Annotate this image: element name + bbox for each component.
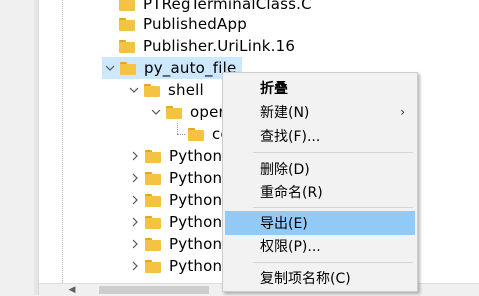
tree-item-label: oper [190, 103, 225, 121]
folder-icon [145, 193, 161, 207]
scrollbar-thumb[interactable] [99, 286, 209, 294]
tree-item-label: PublishedApp [143, 15, 247, 33]
menu-item-export[interactable]: 导出(E) [225, 211, 415, 235]
menu-separator [253, 207, 413, 208]
chevron-down-icon[interactable] [148, 101, 164, 123]
menu-item-find[interactable]: 查找(F)... [225, 124, 415, 148]
scroll-left-icon[interactable]: ◀ [65, 284, 79, 296]
menu-item-permissions[interactable]: 权限(P)... [225, 234, 415, 258]
menu-item-new[interactable]: 新建(N) › [225, 100, 415, 124]
menu-separator [253, 152, 413, 153]
tree-item[interactable]: Publisher.UriLink.16 [117, 35, 295, 57]
tree-item[interactable]: PublishedApp [117, 13, 247, 35]
tree-connector [174, 123, 186, 145]
menu-item-delete[interactable]: 删除(D) [225, 157, 415, 181]
chevron-down-icon[interactable] [102, 57, 118, 79]
menu-item-label: 查找(F)... [260, 129, 321, 145]
menu-item-label: 删除(D) [260, 162, 310, 178]
folder-icon [120, 61, 136, 75]
chevron-right-icon[interactable] [127, 189, 143, 211]
menu-item-collapse[interactable]: 折叠 [225, 76, 415, 100]
chevron-down-icon[interactable] [126, 79, 142, 101]
menu-item-label: 新建(N) [260, 105, 310, 121]
menu-separator [253, 262, 413, 263]
tree-item[interactable]: shell [126, 79, 204, 101]
chevron-right-icon[interactable] [127, 211, 143, 233]
folder-icon [166, 105, 182, 119]
tree-item-label: PTRegTerminalClass.C [143, 0, 312, 13]
folder-icon [119, 0, 135, 11]
folder-icon [188, 127, 204, 141]
folder-icon [145, 149, 161, 163]
tree-item-label: shell [168, 81, 204, 99]
submenu-arrow-icon: › [400, 105, 405, 119]
folder-icon [144, 83, 160, 97]
context-menu: 折叠 新建(N) › 查找(F)... 删除(D) 重命名(R) 导出(E) 权… [222, 72, 418, 292]
folder-icon [145, 215, 161, 229]
chevron-right-icon[interactable] [127, 167, 143, 189]
tree-item-label: Publisher.UriLink.16 [143, 37, 296, 55]
folder-icon [119, 17, 135, 31]
chevron-right-icon[interactable] [127, 233, 143, 255]
folder-icon [119, 39, 135, 53]
chevron-right-icon[interactable] [127, 255, 143, 277]
folder-icon [145, 237, 161, 251]
menu-item-label: 折叠 [260, 81, 288, 97]
tree-guide-line [62, 0, 63, 283]
folder-icon [145, 171, 161, 185]
folder-icon [145, 259, 161, 273]
menu-item-label: 复制项名称(C) [260, 271, 351, 287]
menu-item-label: 权限(P)... [260, 239, 321, 255]
menu-item-copy-key-name[interactable]: 复制项名称(C) [225, 266, 415, 290]
chevron-right-icon[interactable] [127, 145, 143, 167]
tree-item[interactable]: oper [148, 101, 225, 123]
left-pane [0, 0, 34, 295]
menu-item-rename[interactable]: 重命名(R) [225, 180, 415, 204]
menu-item-label: 导出(E) [260, 216, 308, 232]
menu-item-label: 重命名(R) [260, 185, 323, 201]
